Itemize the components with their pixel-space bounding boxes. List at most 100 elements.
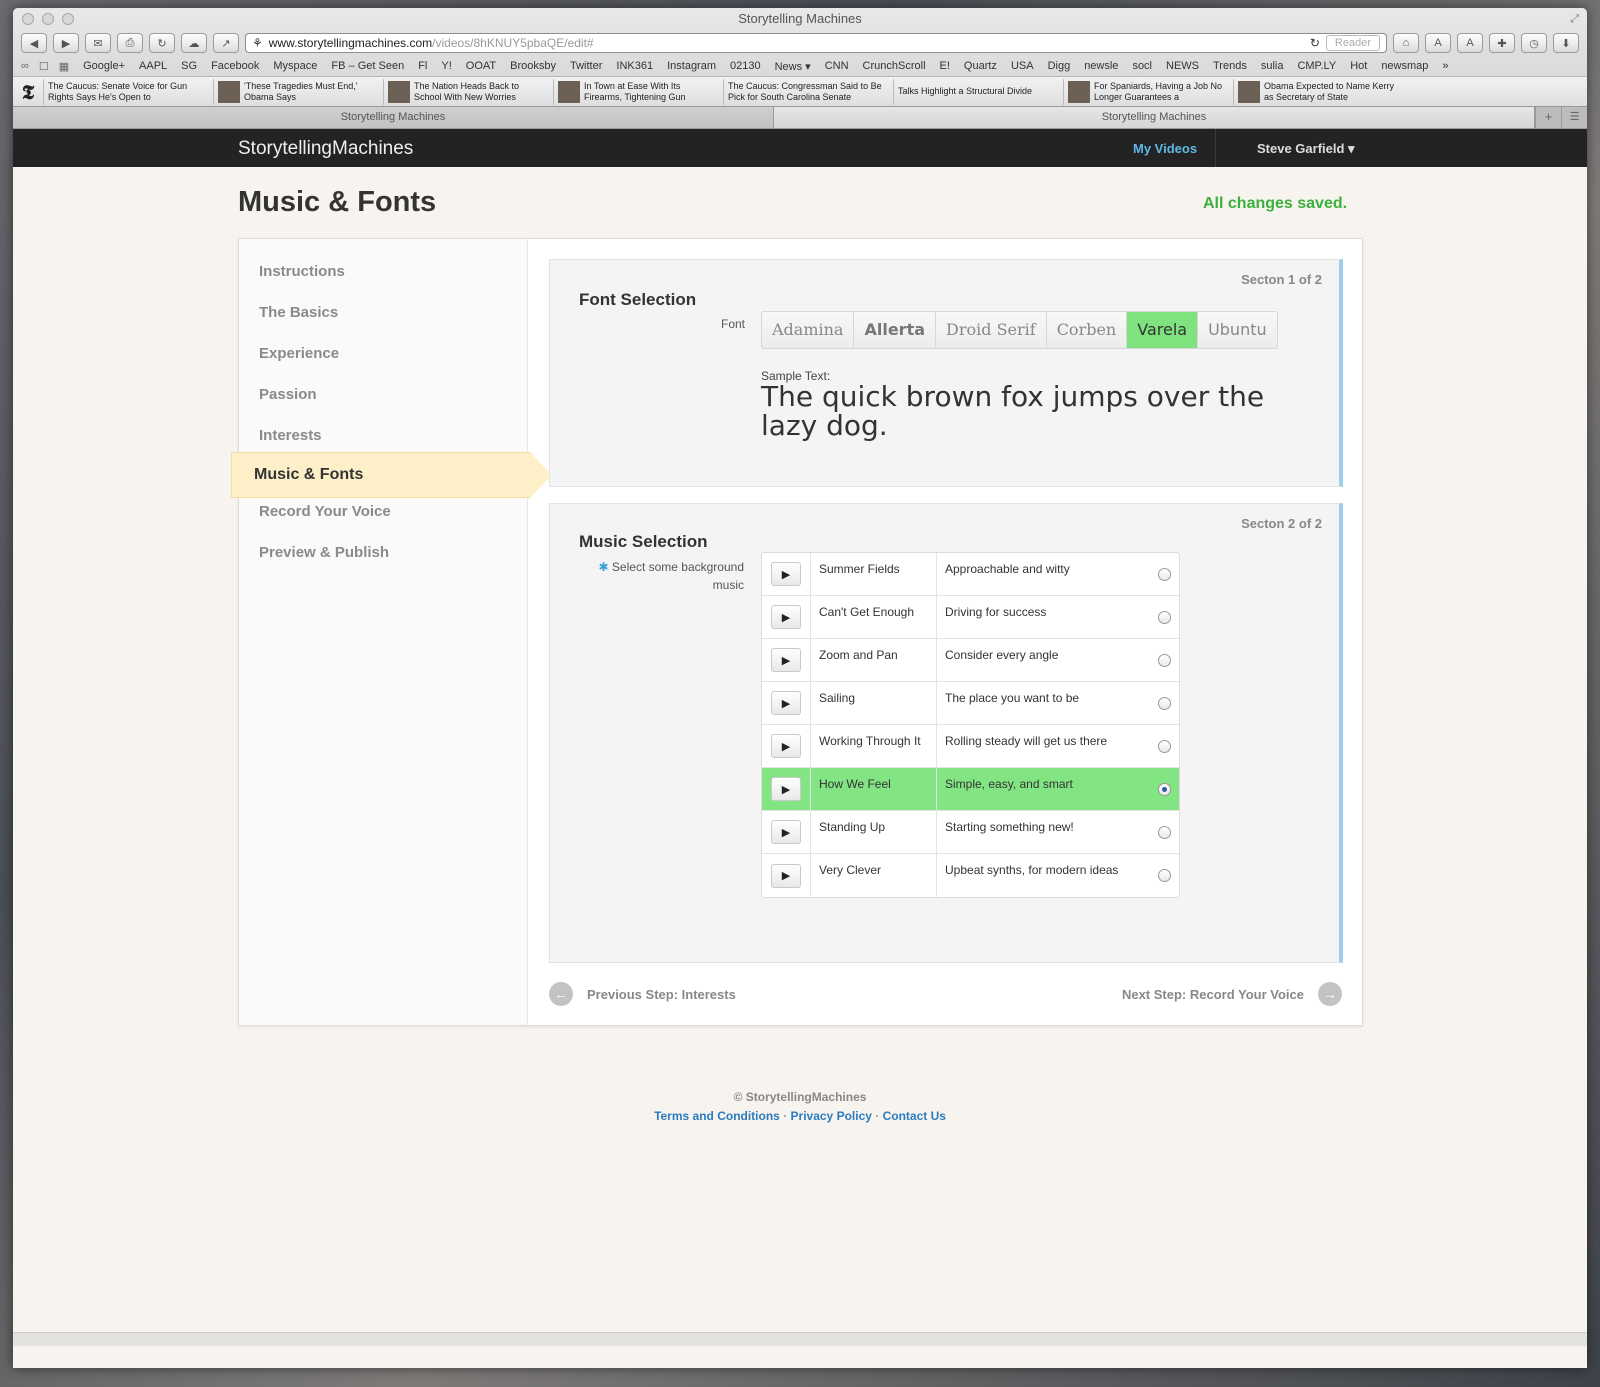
user-menu[interactable]: Steve Garfield ▾ <box>1257 141 1355 157</box>
bookmarks-book-icon[interactable]: ☐ <box>39 60 49 73</box>
bookmark-item[interactable]: Digg <box>1048 60 1071 72</box>
minimize-window-button[interactable] <box>42 13 54 25</box>
bookmark-item[interactable]: USA <box>1011 60 1034 72</box>
text-smaller-button[interactable]: A <box>1425 33 1451 53</box>
reading-list-icon[interactable]: ∞ <box>21 60 29 73</box>
cloud-button[interactable]: ☁ <box>181 33 207 53</box>
play-button[interactable]: ▶ <box>771 691 801 715</box>
bookmark-item[interactable]: Quartz <box>964 60 997 72</box>
bookmark-item[interactable]: newsmap <box>1381 60 1428 72</box>
track-radio[interactable] <box>1157 825 1171 839</box>
track-radio[interactable] <box>1157 869 1171 882</box>
sidebar-item-interests[interactable]: Interests <box>259 427 322 444</box>
sidebar-item-passion[interactable]: Passion <box>259 386 317 403</box>
contact-link[interactable]: Contact Us <box>883 1109 946 1123</box>
privacy-link[interactable]: Privacy Policy <box>791 1109 872 1123</box>
play-button[interactable]: ▶ <box>771 777 801 801</box>
bookmark-item[interactable]: E! <box>940 60 950 72</box>
reader-button[interactable]: Reader <box>1325 35 1380 51</box>
reload-button[interactable]: ↻ <box>149 33 175 53</box>
previous-step-link[interactable]: ← Previous Step: Interests <box>549 982 736 1006</box>
new-tab-button[interactable]: + <box>1535 107 1561 128</box>
music-row[interactable]: ▶ Sailing The place you want to be <box>762 682 1179 725</box>
play-button[interactable]: ▶ <box>771 562 801 586</box>
bookmark-add-button[interactable]: ✚ <box>1489 33 1515 53</box>
browser-tab-active[interactable]: Storytelling Machines <box>774 107 1535 128</box>
back-button[interactable]: ◀ <box>21 33 47 53</box>
play-button[interactable]: ▶ <box>771 648 801 672</box>
bookmark-item[interactable]: NEWS <box>1166 60 1199 72</box>
track-radio-checked[interactable] <box>1157 782 1171 796</box>
close-window-button[interactable] <box>22 13 34 25</box>
news-item[interactable]: In Town at Ease With Its Firearms, Tight… <box>553 78 723 105</box>
music-row[interactable]: ▶ Working Through It Rolling steady will… <box>762 725 1179 768</box>
home-button[interactable]: ⌂ <box>1393 33 1419 53</box>
bookmark-item[interactable]: Y! <box>441 60 451 72</box>
bookmark-item[interactable]: newsle <box>1084 60 1118 72</box>
bookmark-item[interactable]: Fl <box>418 60 427 72</box>
bookmark-item[interactable]: sulia <box>1261 60 1284 72</box>
bookmark-item[interactable]: Myspace <box>273 60 317 72</box>
font-option-allerta[interactable]: Allerta <box>854 312 937 348</box>
share-button[interactable]: ↗ <box>213 33 239 53</box>
track-radio[interactable] <box>1157 739 1171 753</box>
next-step-link[interactable]: Next Step: Record Your Voice → <box>1122 982 1342 1006</box>
news-item[interactable]: For Spaniards, Having a Job No Longer Gu… <box>1063 78 1233 105</box>
sidebar-item-music-fonts[interactable]: Music & Fonts <box>231 452 552 498</box>
bookmark-item[interactable]: OOAT <box>466 60 496 72</box>
bookmark-item[interactable]: CNN <box>825 60 849 72</box>
bookmark-item[interactable]: Brooksby <box>510 60 556 72</box>
zoom-window-button[interactable] <box>62 13 74 25</box>
sidebar-item-the-basics[interactable]: The Basics <box>259 304 338 321</box>
more-bookmarks-icon[interactable]: » <box>1442 60 1448 72</box>
font-option-adamina[interactable]: Adamina <box>762 312 855 348</box>
play-button[interactable]: ▶ <box>771 863 801 888</box>
play-button[interactable]: ▶ <box>771 605 801 629</box>
news-item[interactable]: Talks Highlight a Structural Divide <box>893 78 1063 105</box>
downloads-button[interactable]: ⬇ <box>1553 33 1579 53</box>
browser-tab[interactable]: Storytelling Machines <box>13 107 774 128</box>
music-row[interactable]: ▶ Standing Up Starting something new! <box>762 811 1179 854</box>
music-row[interactable]: ▶ Very Clever Upbeat synths, for modern … <box>762 854 1179 897</box>
news-item[interactable]: The Caucus: Senate Voice for Gun Rights … <box>43 78 213 105</box>
bookmark-item[interactable]: Twitter <box>570 60 602 72</box>
music-row[interactable]: ▶ Zoom and Pan Consider every angle <box>762 639 1179 682</box>
track-radio[interactable] <box>1157 610 1171 624</box>
bookmark-item[interactable]: Google+ <box>83 60 125 72</box>
sidebar-item-record-your-voice[interactable]: Record Your Voice <box>259 503 391 520</box>
forward-button[interactable]: ▶ <box>53 33 79 53</box>
mail-button[interactable]: ✉ <box>85 33 111 53</box>
music-row[interactable]: ▶ Summer Fields Approachable and witty <box>762 553 1179 596</box>
bookmark-item[interactable]: socl <box>1132 60 1152 72</box>
track-radio[interactable] <box>1157 567 1171 581</box>
top-sites-grid-icon[interactable]: ▦ <box>59 60 69 73</box>
bookmark-item[interactable]: CMP.LY <box>1297 60 1336 72</box>
brand-logo[interactable]: StorytellingMachines <box>238 138 413 160</box>
bookmark-item[interactable]: Hot <box>1350 60 1367 72</box>
sidebar-item-instructions[interactable]: Instructions <box>259 263 345 280</box>
history-button[interactable]: ◷ <box>1521 33 1547 53</box>
music-row-selected[interactable]: ▶ How We Feel Simple, easy, and smart <box>762 768 1179 811</box>
fullscreen-icon[interactable]: ⤢ <box>1570 13 1579 26</box>
sidebar-item-preview-publish[interactable]: Preview & Publish <box>259 544 389 561</box>
font-option-droid-serif[interactable]: Droid Serif <box>936 312 1047 348</box>
sidebar-item-experience[interactable]: Experience <box>259 345 339 362</box>
bookmark-item[interactable]: INK361 <box>616 60 653 72</box>
news-item[interactable]: The Nation Heads Back to School With New… <box>383 78 553 105</box>
print-button[interactable]: ⎙ <box>117 33 143 53</box>
track-radio[interactable] <box>1157 653 1171 667</box>
font-option-varela[interactable]: Varela <box>1127 312 1199 348</box>
bookmark-item[interactable]: Facebook <box>211 60 259 72</box>
tab-overview-icon[interactable]: ☰ <box>1561 107 1587 128</box>
bookmark-item[interactable]: AAPL <box>139 60 167 72</box>
play-button[interactable]: ▶ <box>771 820 801 844</box>
terms-link[interactable]: Terms and Conditions <box>654 1109 780 1123</box>
url-bar[interactable]: ⚘ www.storytellingmachines.com /videos/8… <box>245 33 1387 53</box>
bookmark-item[interactable]: News ▾ <box>775 60 811 73</box>
bookmark-item[interactable]: Trends <box>1213 60 1247 72</box>
music-row[interactable]: ▶ Can't Get Enough Driving for success <box>762 596 1179 639</box>
text-larger-button[interactable]: A <box>1457 33 1483 53</box>
refresh-icon[interactable]: ↻ <box>1310 36 1320 50</box>
nyt-logo-icon[interactable]: 𝕿 <box>13 80 43 104</box>
track-radio[interactable] <box>1157 696 1171 710</box>
